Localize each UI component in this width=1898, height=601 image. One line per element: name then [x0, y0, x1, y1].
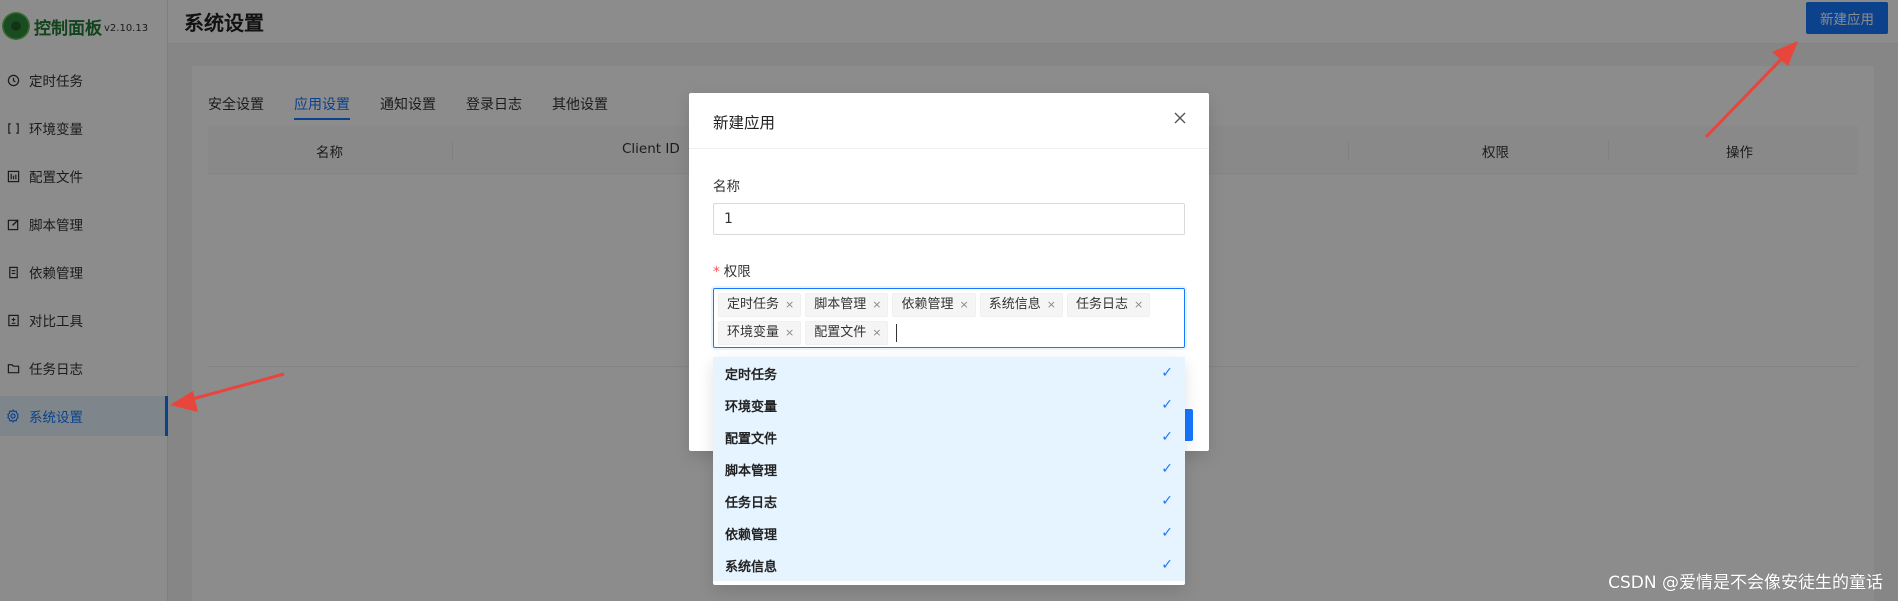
check-icon: ✓ [1161, 525, 1173, 541]
permission-tag: 配置文件 × [805, 321, 889, 345]
watermark: CSDN @爱情是不会像安徒生的童话 [1608, 573, 1883, 593]
check-icon: ✓ [1161, 461, 1173, 477]
text-caret [896, 324, 898, 342]
check-icon: ✓ [1161, 365, 1173, 381]
permission-tag: 任务日志 × [1066, 293, 1151, 317]
option-label: 定时任务 [725, 367, 778, 383]
remove-tag-icon[interactable]: × [872, 322, 881, 344]
dropdown-option[interactable]: 定时任务 ✓ [713, 357, 1185, 389]
tag-label: 定时任务 [727, 297, 780, 312]
tag-label: 依赖管理 [901, 297, 954, 312]
required-mark: * [713, 264, 720, 280]
option-label: 任务日志 [725, 495, 778, 511]
remove-tag-icon[interactable]: × [959, 294, 968, 316]
permission-tag: 定时任务 × [718, 293, 802, 317]
permission-label: * 权限 [713, 260, 751, 280]
dropdown-option[interactable]: 任务日志 ✓ [713, 485, 1185, 517]
tag-label: 任务日志 [1075, 297, 1128, 312]
dropdown-option[interactable]: 依赖管理 ✓ [713, 517, 1185, 549]
confirm-button[interactable] [1185, 409, 1193, 441]
permission-tag: 环境变量 × [718, 321, 802, 345]
option-label: 脚本管理 [725, 463, 778, 479]
dropdown-option[interactable]: 配置文件 ✓ [713, 421, 1185, 453]
permission-label-text: 权限 [723, 264, 751, 280]
remove-tag-icon[interactable]: × [1134, 294, 1143, 316]
name-label: 名称 [713, 179, 740, 195]
option-label: 依赖管理 [725, 527, 778, 543]
tag-label: 环境变量 [727, 325, 780, 340]
permission-dropdown: 定时任务 ✓ 环境变量 ✓ 配置文件 ✓ 脚本管理 ✓ 任务日志 ✓ 依赖管理 ✓ 系统信息… [713, 357, 1185, 585]
modal-title: 新建应用 [713, 114, 776, 132]
dropdown-option[interactable]: 系统信息 ✓ [713, 549, 1185, 581]
check-icon: ✓ [1161, 493, 1173, 509]
tag-label: 配置文件 [814, 325, 867, 340]
permission-tag: 系统信息 × [979, 293, 1063, 317]
remove-tag-icon[interactable]: × [1047, 294, 1056, 316]
permission-tag: 脚本管理 × [805, 293, 889, 317]
dropdown-option[interactable]: 环境变量 ✓ [713, 389, 1185, 421]
tag-label: 系统信息 [988, 297, 1041, 312]
permission-select[interactable]: 定时任务 × 脚本管理 × 依赖管理 × 系统信息 × 任务日志 × 环境变量 × 配置文件… [713, 288, 1185, 348]
tag-label: 脚本管理 [814, 297, 867, 312]
remove-tag-icon[interactable]: × [785, 322, 794, 344]
option-label: 配置文件 [725, 431, 778, 447]
permission-tag: 依赖管理 × [892, 293, 976, 317]
dropdown-option[interactable]: 脚本管理 ✓ [713, 453, 1185, 485]
remove-tag-icon[interactable]: × [872, 294, 881, 316]
check-icon: ✓ [1161, 397, 1173, 413]
option-label: 系统信息 [725, 559, 778, 575]
modal-header: 新建应用 [689, 93, 1209, 149]
option-label: 环境变量 [725, 399, 778, 415]
close-icon[interactable] [1171, 109, 1189, 127]
check-icon: ✓ [1161, 429, 1173, 445]
remove-tag-icon[interactable]: × [785, 294, 794, 316]
check-icon: ✓ [1161, 557, 1173, 573]
name-input[interactable] [713, 203, 1185, 235]
